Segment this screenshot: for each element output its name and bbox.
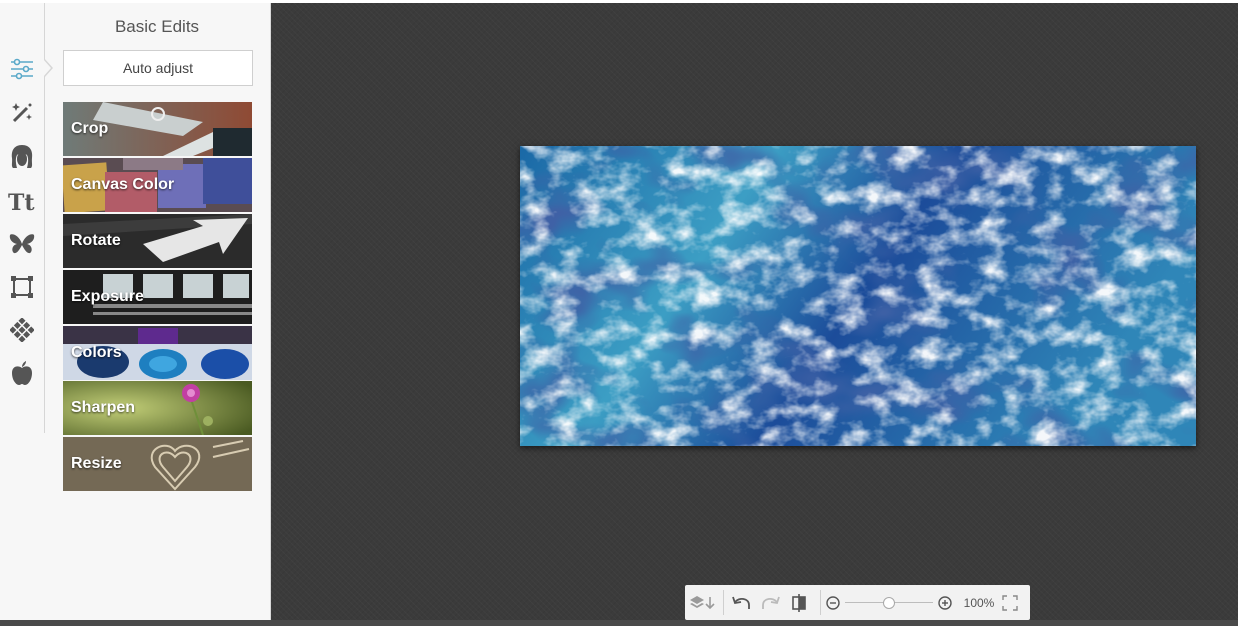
panel-title: Basic Edits bbox=[114, 17, 200, 36]
colors-tool[interactable]: Colors bbox=[63, 326, 252, 380]
layers-button[interactable] bbox=[685, 585, 719, 620]
compare-icon bbox=[792, 593, 806, 612]
zoom-percent: 100% bbox=[963, 595, 995, 610]
overlays-tab[interactable] bbox=[6, 228, 38, 260]
compare-button[interactable] bbox=[784, 585, 816, 620]
zoom-slider[interactable] bbox=[841, 585, 937, 620]
zoom-out-button[interactable] bbox=[825, 585, 841, 620]
fullscreen-button[interactable] bbox=[997, 585, 1023, 620]
sharpen-tool[interactable]: Sharpen bbox=[63, 381, 252, 435]
zoom-in-button[interactable] bbox=[937, 585, 953, 620]
layers-down-icon bbox=[690, 595, 715, 609]
svg-text:Tt: Tt bbox=[8, 190, 35, 213]
tool-category-rail: Tt bbox=[0, 3, 45, 433]
redo-icon bbox=[762, 596, 780, 609]
window-bottom-border bbox=[0, 620, 1238, 626]
canvas-toolbar: 100% bbox=[685, 585, 1030, 620]
frame-icon bbox=[11, 276, 33, 298]
undo-button[interactable] bbox=[728, 585, 756, 620]
zoom-slider-handle[interactable] bbox=[883, 597, 895, 609]
ocean-waves-image bbox=[520, 146, 1196, 446]
zoom-out-icon bbox=[826, 595, 840, 610]
crop-tool[interactable]: Crop bbox=[63, 102, 252, 156]
ocean-waves-photo[interactable] bbox=[520, 146, 1196, 446]
resize-tool[interactable]: Resize bbox=[63, 437, 252, 491]
fullscreen-icon bbox=[1002, 594, 1018, 611]
basic-edits-tab[interactable] bbox=[6, 53, 38, 85]
zoom-in-icon bbox=[938, 595, 952, 610]
text-icon: Tt bbox=[8, 190, 35, 213]
exposure-tool[interactable]: Exposure bbox=[63, 270, 252, 324]
sliders-icon bbox=[11, 58, 33, 80]
tool-label: Resize bbox=[71, 455, 122, 472]
auto-adjust-button[interactable]: Auto adjust bbox=[63, 50, 253, 86]
undo-icon bbox=[732, 596, 750, 609]
touch-up-tab[interactable] bbox=[6, 141, 38, 173]
magic-wand-icon bbox=[12, 103, 32, 123]
rotate-tool[interactable]: Rotate bbox=[63, 214, 252, 268]
effects-tab[interactable] bbox=[6, 97, 38, 129]
toolbar-divider bbox=[723, 590, 724, 615]
frames-tab[interactable] bbox=[6, 271, 38, 303]
seasonal-tab[interactable] bbox=[6, 357, 38, 389]
text-tab[interactable]: Tt bbox=[6, 185, 38, 217]
active-tab-pointer bbox=[43, 58, 53, 78]
texture-icon bbox=[10, 318, 34, 342]
face-icon bbox=[11, 145, 33, 168]
edit-sidebar: Tt Basic Edits Auto adjust Crop Canvas C… bbox=[0, 3, 271, 620]
tool-label: Rotate bbox=[71, 232, 121, 249]
tool-label: Colors bbox=[71, 344, 122, 361]
tool-label: Sharpen bbox=[71, 399, 136, 416]
toolbar-divider bbox=[820, 590, 821, 615]
tool-label: Crop bbox=[71, 120, 109, 137]
canvas-color-tool[interactable]: Canvas Color bbox=[63, 158, 252, 212]
tool-label: Canvas Color bbox=[71, 176, 175, 193]
textures-tab[interactable] bbox=[6, 314, 38, 346]
apple-icon bbox=[12, 361, 32, 385]
butterfly-icon bbox=[9, 234, 35, 254]
tool-label: Exposure bbox=[71, 288, 144, 305]
redo-button[interactable] bbox=[756, 585, 784, 620]
canvas-workspace: 100% bbox=[271, 3, 1238, 620]
